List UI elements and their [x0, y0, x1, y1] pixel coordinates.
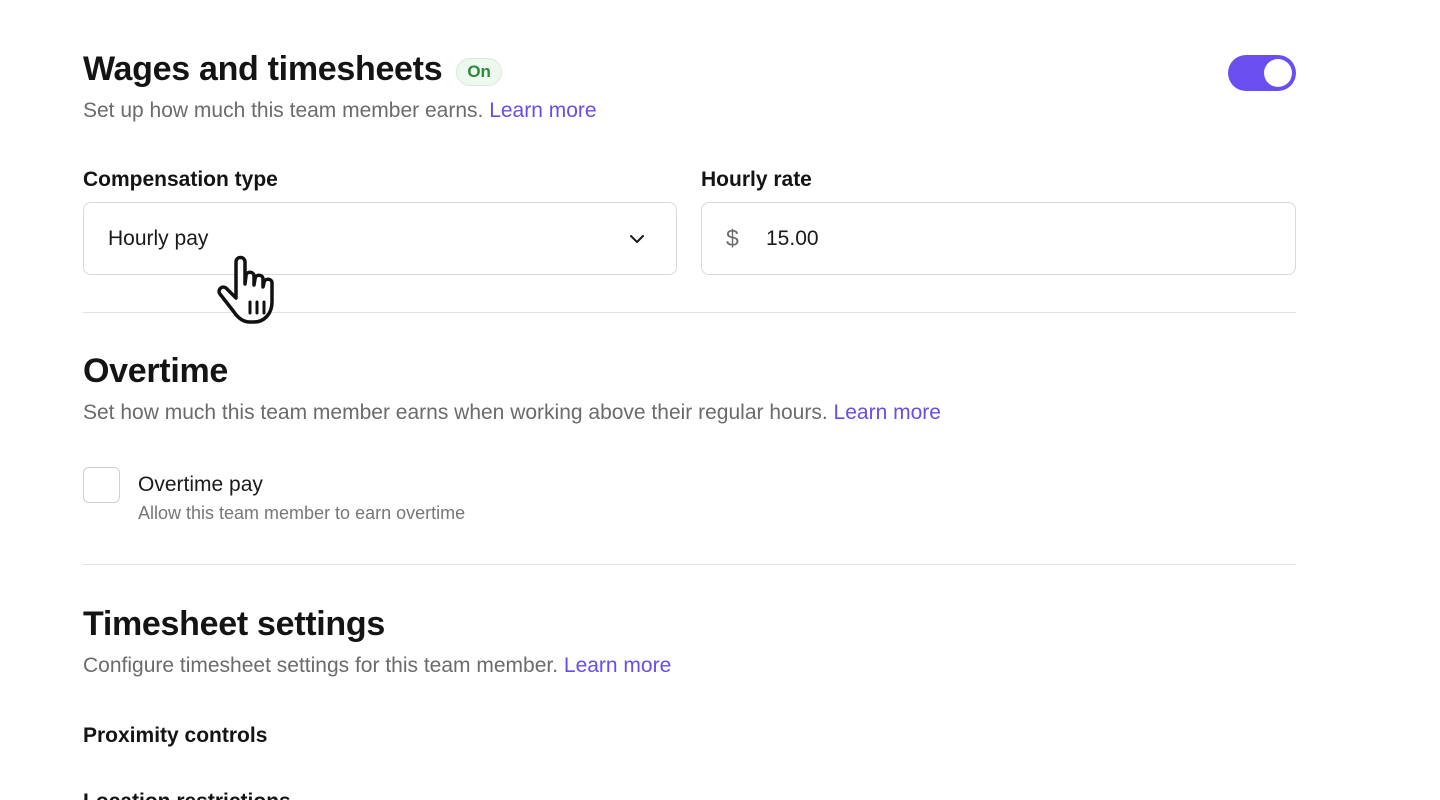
wages-section-header: Wages and timesheets On — [83, 50, 502, 90]
compensation-type-select[interactable]: Hourly pay — [83, 202, 677, 275]
hourly-rate-input[interactable] — [766, 223, 1266, 255]
status-badge: On — [456, 57, 502, 86]
overtime-pay-checkbox[interactable] — [83, 467, 120, 503]
compensation-type-label: Compensation type — [83, 168, 278, 191]
timesheet-learn-more-link[interactable]: Learn more — [564, 654, 671, 677]
timesheet-title: Timesheet settings — [83, 605, 385, 643]
chevron-down-icon — [630, 235, 644, 243]
timesheet-description-text: Configure timesheet settings for this te… — [83, 654, 559, 677]
overtime-description: Set how much this team member earns when… — [83, 401, 941, 425]
location-restrictions-label: Location restrictions — [83, 790, 291, 800]
overtime-description-text: Set how much this team member earns when… — [83, 401, 828, 424]
compensation-type-value: Hourly pay — [108, 227, 209, 250]
timesheet-description: Configure timesheet settings for this te… — [83, 654, 671, 678]
hourly-rate-label: Hourly rate — [701, 168, 812, 191]
overtime-pay-label[interactable]: Overtime pay — [138, 473, 263, 497]
wages-toggle[interactable] — [1228, 55, 1296, 91]
currency-symbol: $ — [726, 225, 739, 251]
overtime-title: Overtime — [83, 352, 229, 390]
wages-description-text: Set up how much this team member earns. — [83, 99, 484, 122]
proximity-controls-label: Proximity controls — [83, 724, 268, 747]
wages-description: Set up how much this team member earns. … — [83, 99, 597, 123]
wages-title: Wages and timesheets — [83, 50, 443, 88]
hourly-rate-field[interactable]: $ — [701, 202, 1296, 275]
wages-settings-page: Wages and timesheets On Set up how much t… — [0, 0, 1440, 800]
toggle-knob — [1264, 59, 1292, 87]
overtime-pay-help: Allow this team member to earn overtime — [138, 503, 466, 523]
divider — [83, 564, 1296, 565]
overtime-learn-more-link[interactable]: Learn more — [834, 401, 941, 424]
divider — [83, 312, 1296, 313]
wages-learn-more-link[interactable]: Learn more — [489, 99, 596, 122]
